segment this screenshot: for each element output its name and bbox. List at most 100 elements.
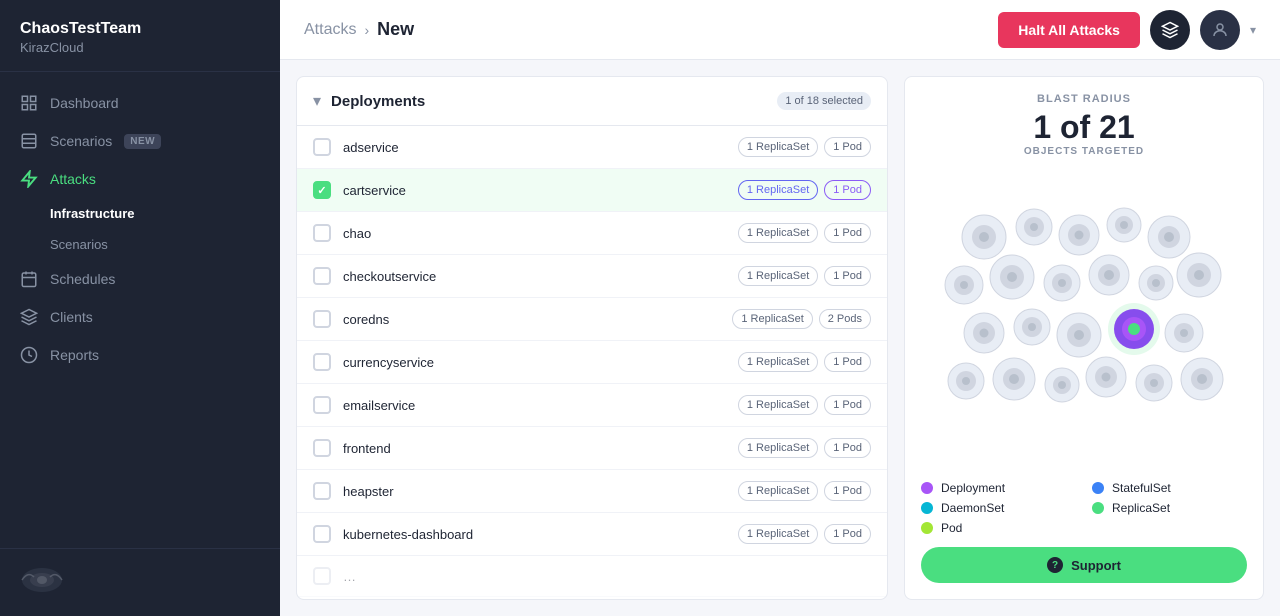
pod-tag: 1 Pod	[824, 223, 871, 243]
deployment-tags: 1 ReplicaSet 1 Pod	[738, 137, 871, 157]
blast-legend: Deployment StatefulSet DaemonSet Replica…	[905, 469, 1263, 547]
header: Attacks › New Halt All Attacks ▾	[280, 0, 1280, 60]
deployment-tags: 1 ReplicaSet 1 Pod	[738, 395, 871, 415]
deployment-tags: 1 ReplicaSet 1 Pod	[738, 223, 871, 243]
deployment-tags: 1 ReplicaSet 1 Pod	[738, 438, 871, 458]
blast-radius-subtitle: OBJECTS TARGETED	[905, 146, 1263, 157]
deployment-dot	[921, 482, 933, 494]
sidebar-item-label: Scenarios	[50, 133, 112, 149]
row-checkbox[interactable]	[313, 138, 331, 156]
pod-legend-label: Pod	[941, 521, 962, 535]
pod-tag: 1 Pod	[824, 137, 871, 157]
table-row: emailservice 1 ReplicaSet 1 Pod	[297, 384, 887, 427]
replicaset-dot	[1092, 502, 1104, 514]
pod-tag: 1 Pod	[824, 438, 871, 458]
pod-tag: 1 Pod	[824, 266, 871, 286]
sidebar: ChaosTestTeam KirazCloud Dashboard Scena…	[0, 0, 280, 616]
deployment-tags: 1 ReplicaSet 1 Pod	[738, 180, 871, 200]
row-checkbox[interactable]	[313, 310, 331, 328]
row-checkbox[interactable]	[313, 181, 331, 199]
row-checkbox[interactable]	[313, 224, 331, 242]
deployment-name: cartservice	[343, 183, 726, 198]
team-name: ChaosTestTeam	[20, 20, 260, 38]
sidebar-item-reports[interactable]: Reports	[0, 336, 280, 374]
new-badge: NEW	[124, 134, 161, 149]
deployment-name: heapster	[343, 484, 726, 499]
reports-icon	[20, 346, 38, 364]
blast-radius-count: 1 of 21	[905, 109, 1263, 146]
content-area: ▾ Deployments 1 of 18 selected adservice…	[280, 60, 1280, 616]
sidebar-item-schedules[interactable]: Schedules	[0, 260, 280, 298]
pod-dot	[921, 522, 933, 534]
sidebar-item-label: Dashboard	[50, 95, 119, 111]
deployment-tags: 1 ReplicaSet 1 Pod	[738, 524, 871, 544]
table-row: adservice 1 ReplicaSet 1 Pod	[297, 126, 887, 169]
breadcrumb-separator: ›	[364, 22, 369, 38]
pod-tag: 1 Pod	[824, 481, 871, 501]
sidebar-item-attacks[interactable]: Attacks	[0, 160, 280, 198]
table-row: heapster 1 ReplicaSet 1 Pod	[297, 470, 887, 513]
sidebar-footer	[0, 548, 280, 616]
deployment-name: coredns	[343, 312, 720, 327]
support-label: Support	[1071, 558, 1121, 573]
header-actions: Halt All Attacks ▾	[998, 10, 1256, 50]
halt-all-button[interactable]: Halt All Attacks	[998, 12, 1140, 48]
row-checkbox[interactable]	[313, 267, 331, 285]
sidebar-item-clients[interactable]: Clients	[0, 298, 280, 336]
daemonset-dot	[921, 502, 933, 514]
deployment-legend-label: Deployment	[941, 481, 1005, 495]
dropdown-arrow[interactable]: ▾	[1250, 23, 1256, 37]
sidebar-item-dashboard[interactable]: Dashboard	[0, 84, 280, 122]
legend-deployment: Deployment	[921, 481, 1076, 495]
deployment-name: checkoutservice	[343, 269, 726, 284]
collapse-button[interactable]: ▾	[313, 91, 321, 111]
table-row: …	[297, 556, 887, 597]
row-checkbox[interactable]	[313, 525, 331, 543]
user-avatar-button[interactable]	[1200, 10, 1240, 50]
deployment-name: emailservice	[343, 398, 726, 413]
statefulset-dot	[1092, 482, 1104, 494]
sidebar-item-infrastructure[interactable]: Infrastructure	[0, 198, 280, 229]
sidebar-item-label: Attacks	[50, 171, 96, 187]
main-content: Attacks › New Halt All Attacks ▾	[280, 0, 1280, 616]
replicaset-tag: 1 ReplicaSet	[738, 180, 818, 200]
replicaset-tag: 1 ReplicaSet	[738, 137, 818, 157]
table-row: coredns 1 ReplicaSet 2 Pods	[297, 298, 887, 341]
row-checkbox[interactable]	[313, 353, 331, 371]
sidebar-item-label: Schedules	[50, 271, 115, 287]
blast-radius-viz	[905, 165, 1263, 469]
row-checkbox[interactable]	[313, 396, 331, 414]
breadcrumb-attacks[interactable]: Attacks	[304, 21, 356, 39]
row-checkbox[interactable]	[313, 439, 331, 457]
sidebar-item-scenarios-sub[interactable]: Scenarios	[0, 229, 280, 260]
deployment-tags: 1 ReplicaSet 1 Pod	[738, 481, 871, 501]
selected-badge: 1 of 18 selected	[777, 92, 871, 110]
deployment-name: currencyservice	[343, 355, 726, 370]
table-row: cartservice 1 ReplicaSet 1 Pod	[297, 169, 887, 212]
layers-button[interactable]	[1150, 10, 1190, 50]
pod-tag: 1 Pod	[824, 524, 871, 544]
sidebar-item-label: Reports	[50, 347, 99, 363]
deployment-tags: 1 ReplicaSet 1 Pod	[738, 352, 871, 372]
sidebar-item-scenarios[interactable]: Scenarios NEW	[0, 122, 280, 160]
pod-tag: 2 Pods	[819, 309, 871, 329]
deployment-tags: 1 ReplicaSet 1 Pod	[738, 266, 871, 286]
daemonset-legend-label: DaemonSet	[941, 501, 1004, 515]
legend-replicaset: ReplicaSet	[1092, 501, 1247, 515]
deployments-panel: ▾ Deployments 1 of 18 selected adservice…	[296, 76, 888, 600]
legend-pod: Pod	[921, 521, 1076, 535]
deployment-name: kubernetes-dashboard	[343, 527, 726, 542]
replicaset-tag: 1 ReplicaSet	[732, 309, 812, 329]
pod-tag: 1 Pod	[824, 352, 871, 372]
legend-statefulset: StatefulSet	[1092, 481, 1247, 495]
table-row: chao 1 ReplicaSet 1 Pod	[297, 212, 887, 255]
brand-logo	[20, 565, 64, 595]
legend-daemonset: DaemonSet	[921, 501, 1076, 515]
support-button[interactable]: ? Support	[921, 547, 1247, 583]
row-checkbox[interactable]	[313, 567, 331, 585]
scenarios-sub-label: Scenarios	[50, 237, 108, 252]
row-checkbox[interactable]	[313, 482, 331, 500]
dashboard-icon	[20, 94, 38, 112]
sidebar-header: ChaosTestTeam KirazCloud	[0, 0, 280, 72]
deployments-list[interactable]: adservice 1 ReplicaSet 1 Pod cartservice…	[297, 126, 887, 599]
